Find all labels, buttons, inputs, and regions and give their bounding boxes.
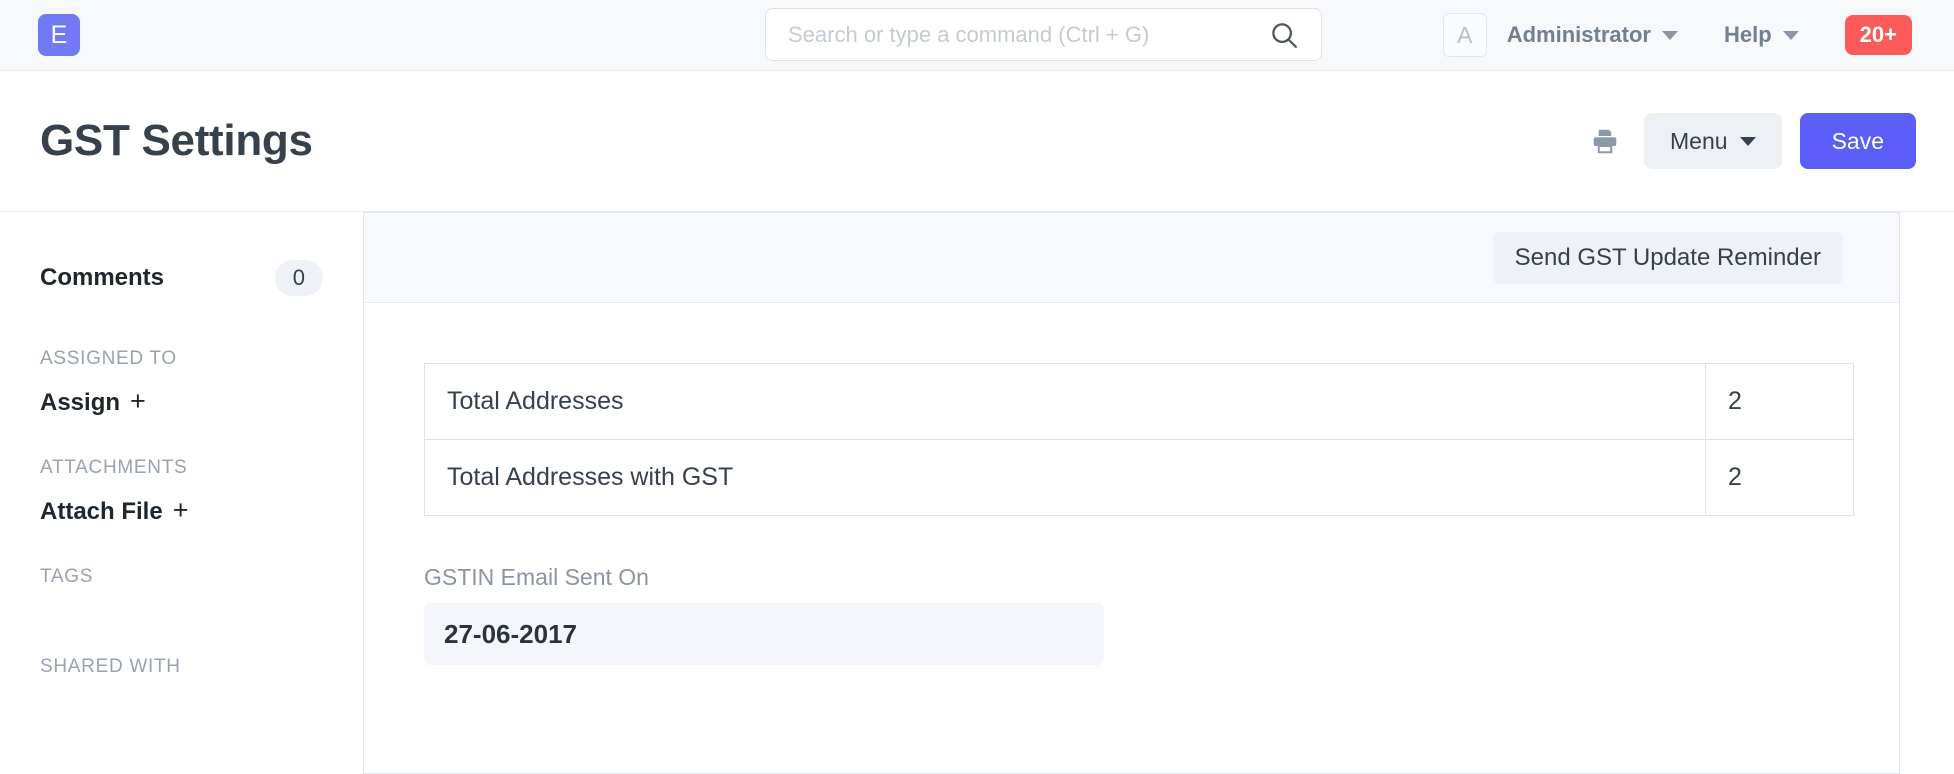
sidebar: Comments 0 ASSIGNED TO Assign + ATTACHME…	[0, 212, 363, 774]
assign-button-label: Assign	[40, 389, 121, 417]
sidebar-section-label: TAGS	[40, 566, 94, 588]
search-input[interactable]	[788, 21, 1269, 48]
search-box[interactable]	[765, 8, 1322, 61]
top-navbar: E A Administrator Help 20+	[0, 0, 1954, 71]
attach-file-button[interactable]: Attach File +	[40, 495, 188, 526]
comments-count-badge: 0	[274, 260, 323, 297]
help-menu[interactable]: Help	[1724, 22, 1799, 48]
search-icon[interactable]	[1269, 20, 1299, 50]
sidebar-section-shared-with: SHARED WITH	[40, 656, 323, 678]
stat-label: Total Addresses with GST	[424, 439, 1706, 516]
table-row: Total Addresses 2	[424, 363, 1854, 440]
menu-button[interactable]: Menu	[1644, 113, 1782, 169]
panel-content: Total Addresses 2 Total Addresses with G…	[364, 303, 1899, 665]
plus-icon: +	[130, 386, 146, 417]
sidebar-section-attachments: ATTACHMENTS Attach File +	[40, 457, 323, 526]
plus-icon: +	[172, 495, 189, 526]
page-body: Comments 0 ASSIGNED TO Assign + ATTACHME…	[0, 212, 1954, 774]
global-search	[765, 8, 1322, 61]
sidebar-section-tags: TAGS	[40, 566, 323, 588]
table-row: Total Addresses with GST 2	[424, 439, 1854, 516]
chevron-down-icon	[1739, 136, 1756, 146]
gstin-email-sent-on-label: GSTIN Email Sent On	[424, 564, 649, 590]
navbar-right-group: A Administrator Help 20+	[1442, 13, 1912, 57]
comments-label: Comments	[40, 264, 165, 292]
app-logo-letter: E	[50, 20, 68, 49]
panel-toolbar: Send GST Update Reminder	[364, 213, 1899, 303]
avatar[interactable]: A	[1442, 13, 1487, 57]
user-menu-label: Administrator	[1506, 22, 1651, 47]
notification-badge[interactable]: 20+	[1844, 15, 1912, 55]
main-panel: Send GST Update Reminder Total Addresses…	[363, 212, 1900, 774]
sidebar-item-comments[interactable]: Comments 0	[40, 260, 323, 297]
stat-value: 2	[1705, 439, 1854, 516]
sidebar-section-label: SHARED WITH	[40, 656, 181, 678]
sidebar-section-assigned-to: ASSIGNED TO Assign +	[40, 348, 323, 417]
page-header-actions: Menu Save	[1584, 113, 1916, 169]
app-logo[interactable]: E	[38, 14, 80, 56]
page-header: GST Settings Menu Save	[0, 71, 1954, 212]
chevron-down-icon	[1661, 30, 1678, 40]
send-gst-update-reminder-button[interactable]: Send GST Update Reminder	[1492, 231, 1843, 284]
attach-file-button-label: Attach File	[40, 498, 163, 526]
help-menu-label: Help	[1723, 22, 1772, 47]
page-title: GST Settings	[40, 116, 313, 165]
sidebar-section-label: ATTACHMENTS	[40, 457, 188, 479]
print-icon[interactable]	[1584, 120, 1626, 162]
user-menu[interactable]: Administrator	[1507, 22, 1678, 48]
save-button-label: Save	[1831, 127, 1884, 154]
chevron-down-icon	[1782, 30, 1799, 40]
stat-value: 2	[1705, 363, 1854, 440]
avatar-letter: A	[1457, 21, 1473, 48]
gstin-email-sent-on-input[interactable]	[424, 603, 1104, 665]
gstin-email-sent-on-field: GSTIN Email Sent On	[424, 564, 1899, 665]
assign-button[interactable]: Assign +	[40, 386, 146, 417]
gst-stats-table: Total Addresses 2 Total Addresses with G…	[424, 363, 1854, 516]
menu-button-label: Menu	[1670, 127, 1728, 154]
stat-label: Total Addresses	[424, 363, 1706, 440]
save-button[interactable]: Save	[1799, 113, 1916, 169]
sidebar-section-label: ASSIGNED TO	[40, 348, 177, 370]
